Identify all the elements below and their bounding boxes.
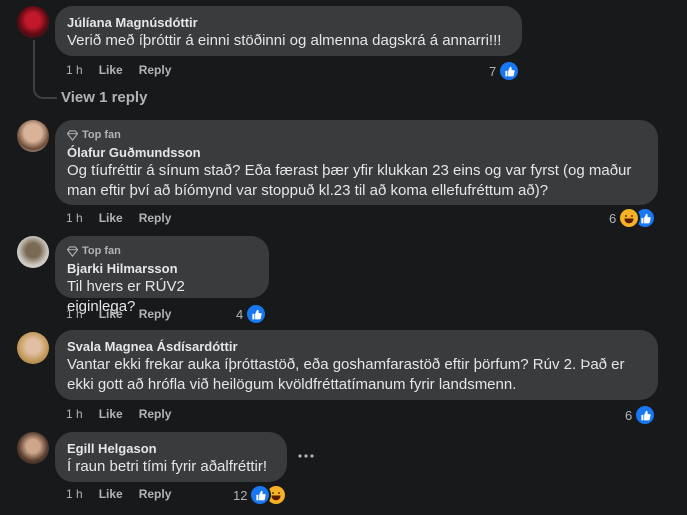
reaction-count: 6: [625, 407, 633, 423]
comment-time[interactable]: 1 h: [66, 407, 83, 421]
comment-actions: 1 h Like Reply: [66, 407, 171, 421]
like-icon: [634, 404, 657, 426]
like-button[interactable]: Like: [99, 407, 123, 421]
comment-actions: 1 h Like Reply: [66, 487, 171, 501]
reaction-summary[interactable]: 7: [489, 60, 521, 82]
comment-bubble: Top fan Bjarki Hilmarsson Til hvers er R…: [55, 236, 269, 315]
comment-bubble: Svala Magnea Ásdísardóttir Vantar ekki f…: [55, 330, 658, 400]
top-fan-badge: Top fan: [67, 244, 257, 258]
avatar[interactable]: [17, 236, 49, 268]
reaction-count: 6: [609, 210, 617, 226]
reaction-count: 12: [233, 487, 248, 503]
comment-time[interactable]: 1 h: [66, 307, 83, 321]
avatar[interactable]: [17, 6, 49, 38]
haha-icon: [618, 207, 641, 229]
comment-text-line: Vantar ekki frekar auka íþróttastöð, eða…: [67, 356, 625, 373]
comments-section: Júlíana Magnúsdóttir Verið með íþróttir …: [0, 0, 687, 515]
comment-bubble: Egill Helgason Í raun betri tími fyrir a…: [55, 432, 287, 482]
avatar[interactable]: [17, 120, 49, 152]
comment-time[interactable]: 1 h: [66, 63, 83, 77]
comment-text: Verið með íþróttir á einni stöðinni og a…: [67, 32, 502, 49]
comment-bubble: Top fan Ólafur Guðmundsson Og tíufréttir…: [55, 120, 658, 205]
comment-text: Í raun betri tími fyrir aðalfréttir!: [67, 458, 268, 475]
badge-label: Top fan: [82, 129, 121, 141]
comment-author[interactable]: Ólafur Guðmundsson: [67, 144, 646, 161]
badge-label: Top fan: [82, 245, 121, 257]
like-button[interactable]: Like: [99, 63, 123, 77]
reaction-count: 4: [236, 306, 244, 322]
comment-text-line: ekki gott að hrófla við heilögum kvöldfr…: [67, 376, 517, 393]
thread-connector: [33, 40, 57, 99]
comment-author[interactable]: Egill Helgason: [67, 440, 275, 457]
comment-time[interactable]: 1 h: [66, 211, 83, 225]
comment-author[interactable]: Bjarki Hilmarsson: [67, 260, 257, 277]
reply-button[interactable]: Reply: [139, 63, 172, 77]
avatar[interactable]: [17, 332, 49, 364]
reaction-summary[interactable]: 6: [625, 404, 657, 426]
like-button[interactable]: Like: [99, 307, 123, 321]
comment-text-line: man eftir því að bíómynd var stoppuð kl.…: [67, 182, 549, 199]
reply-button[interactable]: Reply: [139, 487, 172, 501]
comment-time[interactable]: 1 h: [66, 487, 83, 501]
more-horizontal-icon[interactable]: [290, 440, 322, 472]
like-button[interactable]: Like: [99, 211, 123, 225]
diamond-icon: [67, 129, 78, 141]
reply-button[interactable]: Reply: [139, 307, 172, 321]
reaction-summary[interactable]: 6: [609, 207, 657, 229]
reply-button[interactable]: Reply: [139, 407, 172, 421]
reaction-summary[interactable]: 12: [233, 484, 288, 506]
like-icon: [245, 303, 268, 325]
comment-author[interactable]: Svala Magnea Ásdísardóttir: [67, 338, 646, 355]
comment-bubble: Júlíana Magnúsdóttir Verið með íþróttir …: [55, 6, 522, 56]
avatar[interactable]: [17, 432, 49, 464]
reaction-summary[interactable]: 4: [236, 303, 268, 325]
diamond-icon: [67, 245, 78, 257]
top-fan-badge: Top fan: [67, 128, 646, 142]
reply-button[interactable]: Reply: [139, 211, 172, 225]
like-icon: [498, 60, 521, 82]
like-button[interactable]: Like: [99, 487, 123, 501]
view-replies-link[interactable]: View 1 reply: [61, 89, 147, 106]
comment-author[interactable]: Júlíana Magnúsdóttir: [67, 14, 510, 31]
comment-actions: 1 h Like Reply: [66, 307, 171, 321]
comment-actions: 1 h Like Reply: [66, 211, 171, 225]
reaction-count: 7: [489, 63, 497, 79]
comment-text-line: Og tíufréttir á sínum stað? Eða færast þ…: [67, 162, 632, 179]
comment-actions: 1 h Like Reply: [66, 63, 171, 77]
